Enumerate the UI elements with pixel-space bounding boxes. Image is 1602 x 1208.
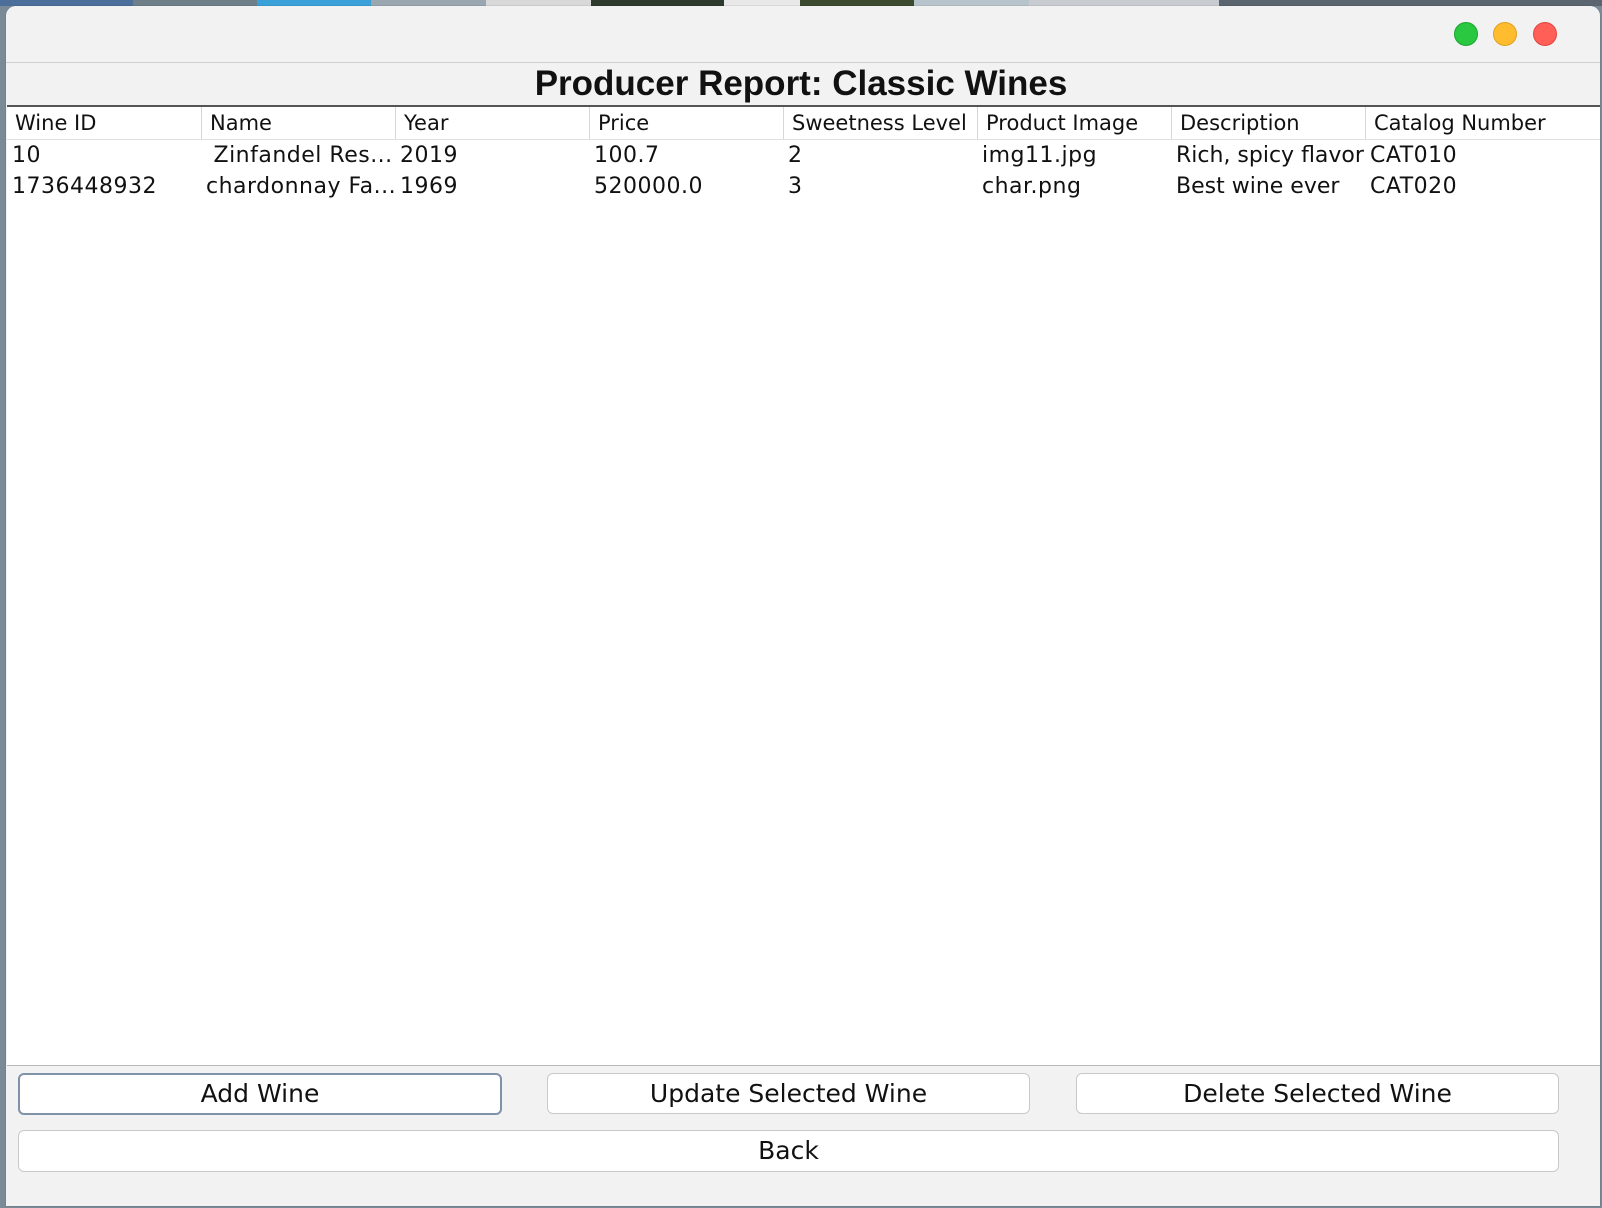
cell-sweetness-level[interactable]: 2 <box>783 140 977 171</box>
cell-name[interactable]: Zinfandel Res... <box>201 140 395 171</box>
cell-wine-id[interactable]: 1736448932 <box>7 171 201 202</box>
cell-price[interactable]: 100.7 <box>589 140 783 171</box>
add-wine-button[interactable]: Add Wine <box>18 1073 502 1115</box>
column-header-price[interactable]: Price <box>589 107 783 139</box>
column-header-name[interactable]: Name <box>201 107 395 139</box>
cell-sweetness-level[interactable]: 3 <box>783 171 977 202</box>
cell-catalog-number[interactable]: CAT020 <box>1365 171 1559 202</box>
title-bar[interactable] <box>6 6 1600 63</box>
cell-product-image[interactable]: char.png <box>977 171 1171 202</box>
cell-price[interactable]: 520000.0 <box>589 171 783 202</box>
delete-selected-wine-button[interactable]: Delete Selected Wine <box>1076 1073 1559 1114</box>
wine-table[interactable]: Wine ID Name Year Price Sweetness Level … <box>7 105 1600 1066</box>
maximize-icon[interactable] <box>1454 22 1478 46</box>
table-header: Wine ID Name Year Price Sweetness Level … <box>7 107 1600 140</box>
cell-catalog-number[interactable]: CAT010 <box>1365 140 1559 171</box>
column-header-sweetness-level[interactable]: Sweetness Level <box>783 107 977 139</box>
table-row[interactable]: 10 Zinfandel Res... 2019 100.7 2 img11.j… <box>7 140 1600 171</box>
report-title: Producer Report: Classic Wines <box>534 64 1068 103</box>
cell-description[interactable]: Best wine ever <box>1171 171 1365 202</box>
column-header-wine-id[interactable]: Wine ID <box>7 107 201 139</box>
table-row[interactable]: 1736448932 chardonnay Fa... 1969 520000.… <box>7 171 1600 202</box>
column-header-catalog-number[interactable]: Catalog Number <box>1365 107 1559 139</box>
column-header-product-image[interactable]: Product Image <box>977 107 1171 139</box>
cell-year[interactable]: 1969 <box>395 171 589 202</box>
column-header-description[interactable]: Description <box>1171 107 1365 139</box>
cell-year[interactable]: 2019 <box>395 140 589 171</box>
minimize-icon[interactable] <box>1493 22 1517 46</box>
cell-product-image[interactable]: img11.jpg <box>977 140 1171 171</box>
column-header-year[interactable]: Year <box>395 107 589 139</box>
producer-report-window: Producer Report: Classic Wines Wine ID N… <box>6 6 1600 1206</box>
back-button[interactable]: Back <box>18 1130 1559 1172</box>
close-icon[interactable] <box>1533 22 1557 46</box>
cell-wine-id[interactable]: 10 <box>7 140 201 171</box>
update-selected-wine-button[interactable]: Update Selected Wine <box>547 1073 1030 1114</box>
cell-description[interactable]: Rich, spicy flavor <box>1171 140 1365 171</box>
cell-name[interactable]: chardonnay Fa... <box>201 171 395 202</box>
